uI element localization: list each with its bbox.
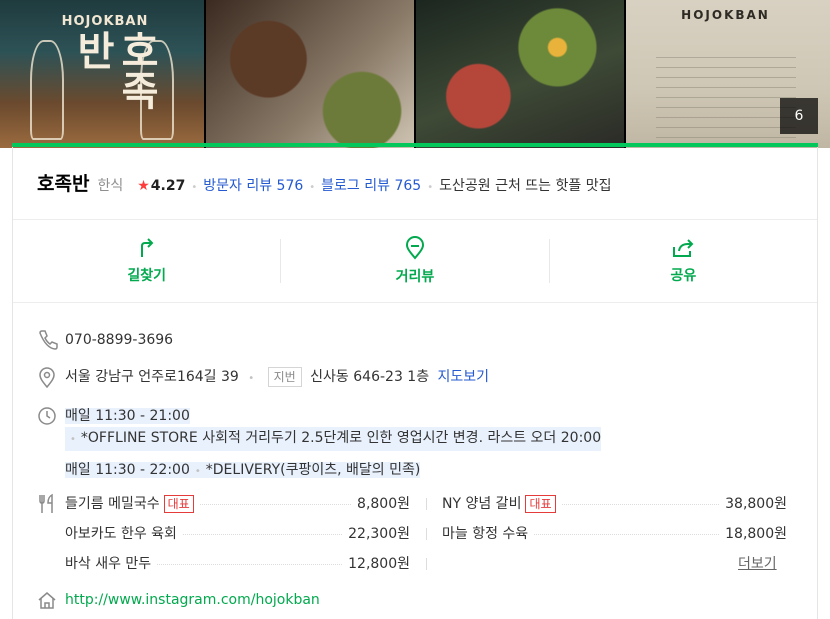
menu-item-price: 8,800원 (357, 496, 410, 512)
home-icon (38, 592, 56, 609)
divider (13, 302, 817, 303)
menu-item-price: 38,800원 (725, 496, 787, 512)
separator-dot: • (70, 434, 76, 445)
menu-column-divider (426, 558, 427, 570)
menu-item[interactable]: 마늘 항정 수육 18,800원 (442, 523, 787, 545)
hours-offline: 매일 11:30 - 21:00 (65, 408, 190, 424)
hours-row: 매일 11:30 - 21:00 • *OFFLINE STORE 사회적 거리두… (37, 405, 602, 483)
menu-item-price: 12,800원 (348, 556, 410, 572)
menu-item-name: 들기름 메밀국수 (65, 496, 160, 512)
place-category: 한식 (97, 178, 124, 194)
separator-dot: • (248, 373, 255, 384)
share-label: 공유 (670, 268, 697, 284)
menu-item-name: 아보카도 한우 육회 (65, 526, 177, 542)
menu-photo-lines (655, 48, 796, 138)
menu-column-divider (426, 528, 427, 540)
rating: ★4.27 (137, 178, 185, 194)
star-icon: ★ (137, 178, 150, 194)
menu-item-name: 바삭 새우 만두 (65, 556, 152, 572)
menu-row: 들기름 메밀국수 대표 8,800원 NY 양념 갈비 대표 38,800원 아… (37, 493, 797, 572)
photo-food-2[interactable] (416, 0, 624, 148)
directions-button[interactable]: 길찾기 (13, 220, 280, 302)
fork-knife-icon (39, 493, 53, 513)
menu-item[interactable]: 아보카도 한우 육회 22,300원 (65, 523, 410, 545)
more-menu-link[interactable]: 더보기 (738, 553, 777, 575)
menu-photo-heading: HOJOKBAN (681, 8, 770, 22)
website-row: http://www.instagram.com/hojokban (37, 589, 320, 611)
map-link[interactable]: 지도보기 (438, 369, 490, 385)
phone-icon (39, 330, 58, 350)
streetview-button[interactable]: 거리뷰 (281, 220, 548, 302)
menu-item[interactable]: 들기름 메밀국수 대표 8,800원 (65, 493, 410, 515)
phone-row: 070-8899-3696 (37, 329, 173, 351)
streetview-label: 거리뷰 (395, 269, 435, 285)
road-address: 서울 강남구 언주로164길 39 (65, 369, 239, 385)
separator-dot: • (427, 182, 434, 193)
streetview-icon (405, 236, 424, 260)
photo-strip[interactable]: HOJOKBAN 호족반 HOJOKBAN 6 (0, 0, 830, 148)
hours-offline-note: *OFFLINE STORE 사회적 거리두기 2.5단계로 인한 영업시간 변… (80, 430, 602, 446)
photo-logo[interactable]: HOJOKBAN 호족반 (0, 0, 204, 148)
menu-item[interactable]: 바삭 새우 만두 12,800원 (65, 553, 410, 575)
representative-badge: 대표 (525, 495, 556, 513)
place-name: 호족반 (37, 173, 90, 195)
logo-hangul: 호족반 (69, 30, 160, 110)
title-row: 호족반 한식 ★4.27 • 방문자 리뷰 576 • 블로그 리뷰 765 •… (37, 169, 611, 196)
share-icon (673, 239, 694, 257)
menu-item[interactable]: NY 양념 갈비 대표 38,800원 (442, 493, 787, 515)
directions-label: 길찾기 (127, 268, 166, 284)
blog-review-link[interactable]: 블로그 리뷰 765 (321, 175, 421, 195)
hours-block: 매일 11:30 - 21:00 • *OFFLINE STORE 사회적 거리두… (65, 405, 602, 483)
hours-delivery: 매일 11:30 - 22:00 (65, 462, 190, 478)
hours-delivery-note: *DELIVERY(쿠팡이츠, 배달의 민족) (205, 462, 421, 478)
separator-dot: • (191, 182, 198, 193)
visitor-review-link[interactable]: 방문자 리뷰 576 (203, 175, 303, 195)
photo-food-1[interactable] (205, 0, 414, 148)
tiger-left-illustration (30, 40, 64, 140)
menu-item-name: NY 양념 갈비 (442, 496, 522, 512)
photo-count-badge[interactable]: 6 (780, 98, 818, 134)
website-link[interactable]: http://www.instagram.com/hojokban (65, 589, 320, 611)
menu-column-divider (426, 498, 427, 510)
phone-number[interactable]: 070-8899-3696 (65, 329, 173, 351)
address-row: 서울 강남구 언주로164길 39 • 지번 신사동 646-23 1층 지도보… (37, 366, 489, 390)
separator-dot: • (309, 182, 316, 193)
place-card: 호족반 한식 ★4.27 • 방문자 리뷰 576 • 블로그 리뷰 765 •… (12, 147, 818, 619)
separator-dot: • (194, 466, 201, 477)
place-description: 도산공원 근처 뜨는 핫플 맛집 (439, 178, 612, 194)
location-pin-icon (39, 367, 55, 388)
jibun-label: 지번 (267, 367, 302, 387)
logo-word: HOJOKBAN (61, 14, 149, 29)
rating-value: 4.27 (150, 178, 186, 194)
clock-icon (38, 407, 56, 425)
representative-badge: 대표 (163, 495, 194, 513)
menu-item-name: 마늘 항정 수육 (442, 526, 529, 542)
menu-item-price: 18,800원 (725, 526, 787, 542)
directions-icon (140, 238, 154, 257)
menu-item-price: 22,300원 (348, 526, 410, 542)
action-bar: 길찾기 거리뷰 공유 (13, 220, 817, 302)
share-button[interactable]: 공유 (550, 220, 817, 302)
jibun-address: 신사동 646-23 1층 (310, 369, 430, 385)
